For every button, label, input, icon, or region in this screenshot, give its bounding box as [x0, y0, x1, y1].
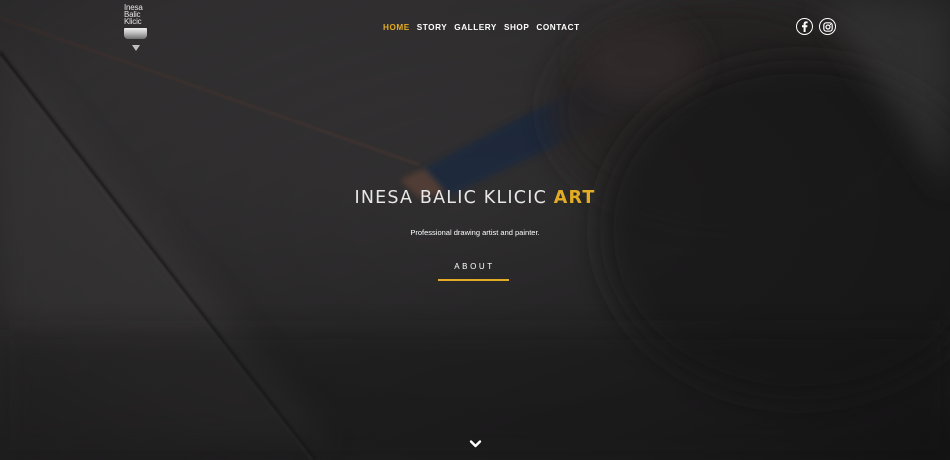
- logo-text-line: Klicic: [124, 17, 142, 26]
- nav-item-shop[interactable]: SHOP: [504, 23, 529, 32]
- about-button-underline: [438, 279, 509, 281]
- hero-title: INESA BALIC KLICIC ART: [0, 188, 950, 208]
- main-nav: HOME STORY GALLERY SHOP CONTACT: [383, 23, 580, 32]
- about-button-label: ABOUT: [454, 262, 495, 271]
- social-links: [796, 18, 836, 35]
- instagram-icon[interactable]: [819, 18, 836, 35]
- hero-title-main: INESA BALIC KLICIC: [354, 188, 547, 208]
- logo-triangle-icon: [132, 45, 140, 51]
- site-logo[interactable]: Inesa Balic Klicic: [124, 4, 148, 51]
- hero-tagline: Professional drawing artist and painter.: [410, 228, 540, 237]
- nav-item-contact[interactable]: CONTACT: [536, 23, 579, 32]
- nav-item-gallery[interactable]: GALLERY: [454, 23, 497, 32]
- facebook-icon[interactable]: [796, 18, 813, 35]
- chevron-down-icon[interactable]: [469, 436, 482, 448]
- nav-item-story[interactable]: STORY: [417, 23, 448, 32]
- about-button[interactable]: ABOUT: [438, 258, 509, 281]
- nav-item-home[interactable]: HOME: [383, 23, 410, 32]
- logo-brush-icon: [124, 28, 147, 39]
- hero-title-accent: ART: [553, 188, 596, 208]
